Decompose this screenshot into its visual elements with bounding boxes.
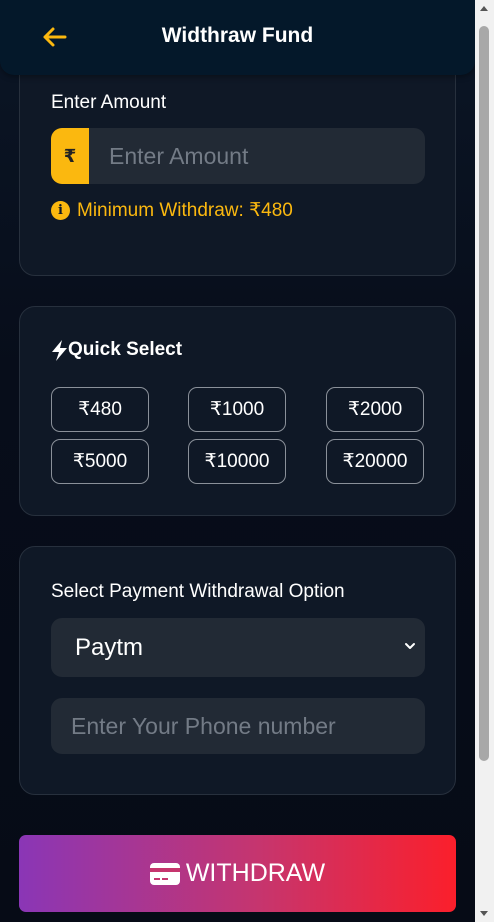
minimum-withdraw-text: Minimum Withdraw: ₹480 xyxy=(77,200,293,221)
quick-amount-1000[interactable]: ₹1000 xyxy=(188,387,286,432)
payment-card: Select Payment Withdrawal Option Paytm xyxy=(19,546,456,795)
chevron-down-icon xyxy=(405,643,415,649)
quick-amount-10000[interactable]: ₹10000 xyxy=(188,439,286,484)
payment-method-value: Paytm xyxy=(75,633,144,661)
quick-amount-480[interactable]: ₹480 xyxy=(51,387,149,432)
quick-select-card: Quick Select ₹480 ₹1000 ₹2000 ₹5000 ₹100… xyxy=(19,306,456,516)
amount-input[interactable] xyxy=(89,128,425,184)
phone-number-input[interactable] xyxy=(51,698,425,754)
lightning-bolt-icon xyxy=(52,339,67,361)
scrollbar-thumb[interactable] xyxy=(479,26,489,761)
withdraw-button-label: WITHDRAW xyxy=(185,859,326,887)
quick-select-label: Quick Select xyxy=(68,339,183,360)
amount-input-group: ₹ xyxy=(51,128,425,184)
quick-amount-2000[interactable]: ₹2000 xyxy=(326,387,424,432)
credit-card-icon xyxy=(149,862,180,885)
info-icon: i xyxy=(51,201,70,220)
quick-amount-5000[interactable]: ₹5000 xyxy=(51,439,149,484)
withdraw-button[interactable]: WITHDRAW xyxy=(19,835,456,912)
scrollbar[interactable] xyxy=(475,0,494,922)
quick-amount-20000[interactable]: ₹20000 xyxy=(326,439,424,484)
payment-option-label: Select Payment Withdrawal Option xyxy=(51,581,345,602)
app-header: Widthraw Fund xyxy=(0,0,475,75)
page-title: Widthraw Fund xyxy=(161,24,314,47)
payment-method-select[interactable]: Paytm xyxy=(51,618,425,677)
amount-card: Enter Amount ₹ i Minimum Withdraw: ₹480 xyxy=(19,55,456,276)
quick-select-title: Quick Select xyxy=(51,339,182,361)
amount-label: Enter Amount xyxy=(51,92,167,113)
withdraw-page: Widthraw Fund Enter Amount ₹ i Minimum W… xyxy=(0,0,475,922)
rupee-icon: ₹ xyxy=(51,128,89,184)
scroll-down-arrow-icon[interactable] xyxy=(480,911,488,916)
scroll-up-arrow-icon[interactable] xyxy=(480,6,488,11)
minimum-withdraw-note: i Minimum Withdraw: ₹480 xyxy=(51,199,293,222)
